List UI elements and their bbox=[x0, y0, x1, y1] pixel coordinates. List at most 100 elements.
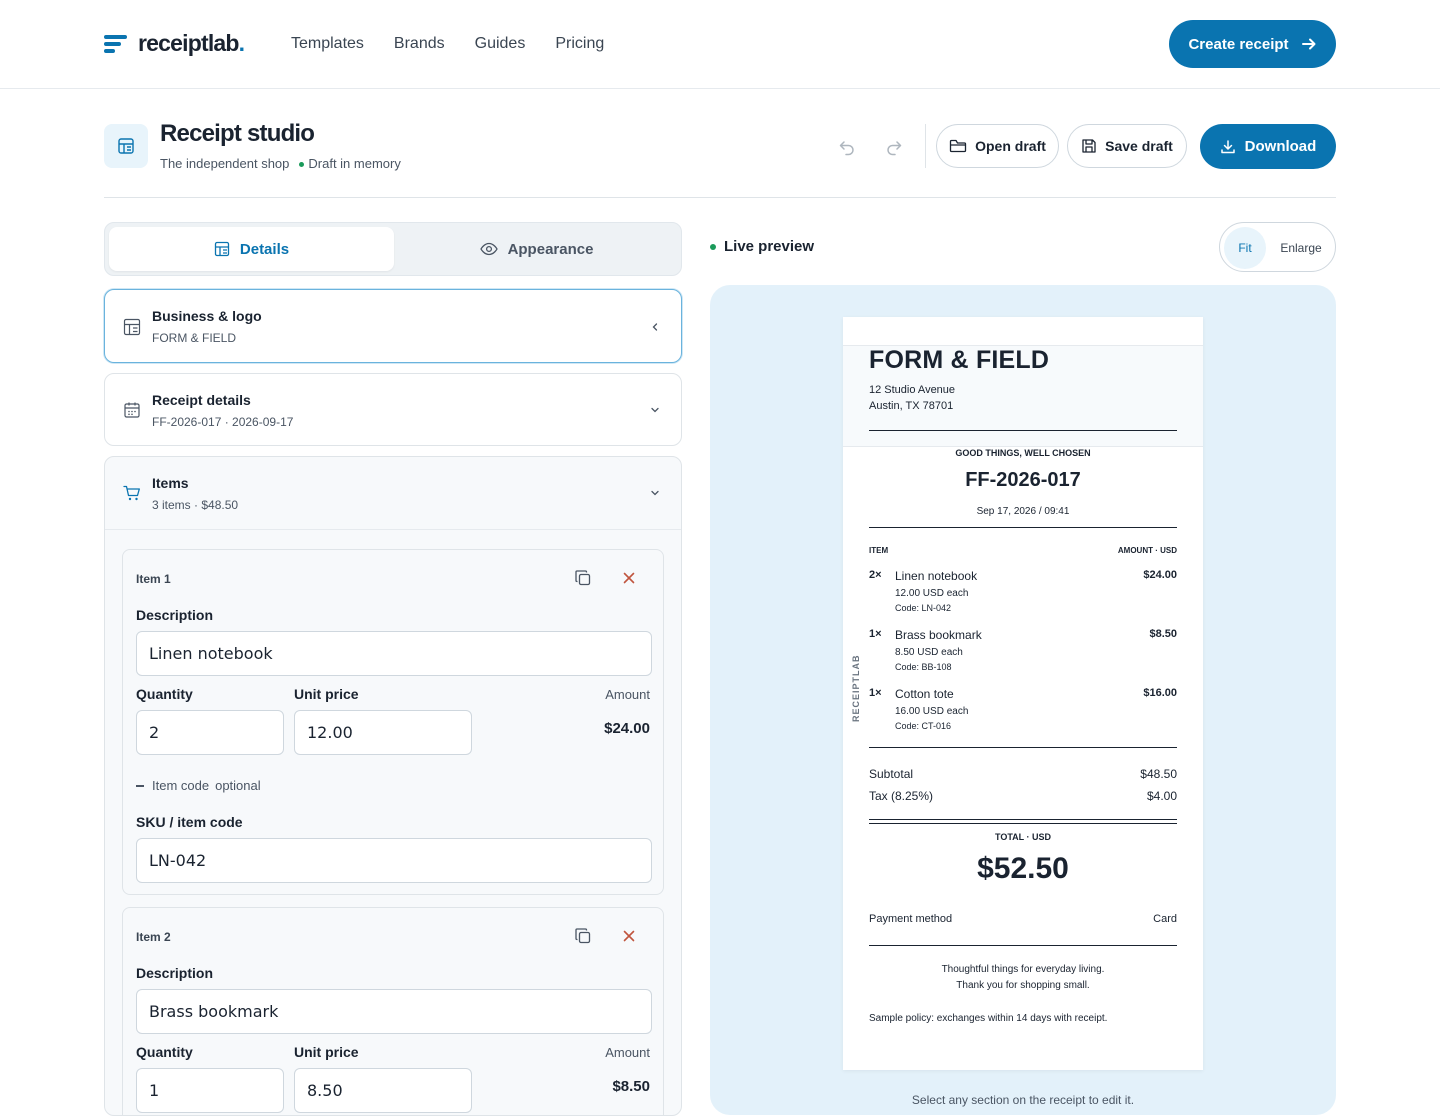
logo-icon bbox=[104, 33, 127, 55]
chevron-left-icon[interactable] bbox=[649, 321, 661, 333]
tax-label: Tax (8.25%) bbox=[869, 789, 934, 803]
tab-appearance[interactable]: Appearance bbox=[394, 227, 679, 271]
line-each: 12.00 USD each bbox=[895, 588, 969, 599]
section-title: Items bbox=[152, 475, 189, 491]
folder-icon bbox=[949, 139, 967, 153]
unit-price-input[interactable]: 12.00 bbox=[294, 710, 472, 755]
page-subtitle: The independent shop Draft in memory bbox=[160, 156, 401, 171]
cart-icon bbox=[123, 485, 140, 501]
line-name: Cotton tote bbox=[895, 687, 954, 701]
policy-text: Sample policy: exchanges within 14 days … bbox=[869, 1013, 1108, 1024]
quantity-label: Quantity bbox=[136, 686, 193, 702]
save-draft-button[interactable]: Save draft bbox=[1067, 124, 1187, 168]
amount-label: Amount bbox=[605, 687, 650, 702]
receipt-divider bbox=[869, 819, 1177, 820]
close-icon[interactable] bbox=[622, 929, 636, 943]
unit-price-input[interactable]: 8.50 bbox=[294, 1068, 472, 1113]
quantity-label: Quantity bbox=[136, 1044, 193, 1060]
chevron-down-icon[interactable] bbox=[649, 404, 661, 416]
description-input[interactable]: Linen notebook bbox=[136, 631, 652, 676]
line-code: Code: LN-042 bbox=[895, 603, 952, 613]
total-label: TOTAL · USD bbox=[995, 832, 1051, 842]
calendar-icon bbox=[124, 402, 140, 418]
page-title: Receipt studio bbox=[160, 120, 315, 147]
item-code-label: Item code bbox=[152, 778, 210, 793]
download-icon bbox=[1220, 139, 1235, 153]
redo-button[interactable] bbox=[876, 129, 912, 165]
tab-details[interactable]: Details bbox=[109, 227, 394, 271]
undo-icon bbox=[839, 141, 854, 156]
line-qty: 1× bbox=[869, 687, 882, 699]
layout-icon bbox=[123, 318, 141, 336]
receipt-divider bbox=[869, 945, 1177, 946]
status-dot bbox=[299, 162, 305, 168]
sku-input[interactable]: LN-042 bbox=[136, 838, 652, 883]
item-label: Item 2 bbox=[136, 930, 171, 944]
line-amount: $24.00 bbox=[1143, 569, 1177, 581]
unit-price-label: Unit price bbox=[294, 686, 359, 702]
line-each: 16.00 USD each bbox=[895, 706, 969, 717]
line-amount: $8.50 bbox=[1149, 628, 1177, 640]
description-label: Description bbox=[136, 607, 214, 623]
payment-label: Payment method bbox=[869, 913, 953, 925]
quantity-input[interactable]: 1 bbox=[136, 1068, 284, 1113]
receipt-datetime: Sep 17, 2026 / 09:41 bbox=[976, 506, 1070, 517]
fit-button[interactable]: Fit bbox=[1224, 227, 1266, 269]
line-code: Code: BB-108 bbox=[895, 662, 952, 672]
enlarge-button[interactable]: Enlarge bbox=[1274, 227, 1328, 269]
items-header[interactable]: Items 3 items · $48.50 bbox=[105, 457, 681, 530]
subtotal-value: $48.50 bbox=[1140, 767, 1177, 781]
download-button[interactable]: Download bbox=[1200, 124, 1336, 169]
live-dot bbox=[710, 243, 716, 250]
item-card: Item 2 Description Brass bookmark Quanti… bbox=[122, 907, 664, 1115]
live-preview-label: Live preview bbox=[710, 238, 814, 255]
draft-status: Draft in memory bbox=[299, 156, 401, 171]
receipt-details-section[interactable]: Receipt details FF-2026-017 · 2026-09-17 bbox=[104, 373, 682, 446]
receipt-address-2: Austin, TX 78701 bbox=[869, 400, 954, 412]
line-code: Code: CT-016 bbox=[895, 721, 952, 731]
zoom-toggle: Fit Enlarge bbox=[1219, 222, 1336, 272]
receipt-business-name: FORM & FIELD bbox=[869, 346, 1050, 374]
create-receipt-button[interactable]: Create receipt bbox=[1169, 20, 1336, 68]
close-icon[interactable] bbox=[622, 571, 636, 585]
receipt-divider bbox=[869, 430, 1177, 431]
top-nav: receiptlab. Templates Brands Guides Pric… bbox=[0, 0, 1440, 89]
receipt-header[interactable]: FORM & FIELD 12 Studio Avenue Austin, TX… bbox=[843, 345, 1203, 447]
section-subtitle: 3 items · $48.50 bbox=[152, 498, 239, 512]
payment-value: Card bbox=[1153, 913, 1177, 925]
item-code-toggle[interactable]: Item code optional bbox=[136, 778, 261, 793]
line-amount: $8.50 bbox=[612, 1078, 650, 1095]
section-subtitle: FORM & FIELD bbox=[152, 331, 237, 345]
unit-price-label: Unit price bbox=[294, 1044, 359, 1060]
open-draft-button[interactable]: Open draft bbox=[936, 124, 1059, 168]
business-section[interactable]: Business & logo FORM & FIELD bbox=[104, 289, 682, 363]
preview-hint: Select any section on the receipt to edi… bbox=[911, 1093, 1135, 1107]
line-qty: 2× bbox=[869, 569, 882, 581]
nav-pricing[interactable]: Pricing bbox=[555, 35, 604, 53]
minus-icon bbox=[136, 784, 144, 787]
eye-icon bbox=[479, 242, 498, 256]
nav-guides[interactable]: Guides bbox=[475, 35, 526, 53]
download-label: Download bbox=[1244, 138, 1317, 155]
preview-canvas: FORM & FIELD 12 Studio Avenue Austin, TX… bbox=[710, 285, 1336, 1115]
description-input[interactable]: Brass bookmark bbox=[136, 989, 652, 1034]
footer-line-2: Thank you for shopping small. bbox=[956, 980, 1090, 991]
optional-tag: optional bbox=[215, 778, 261, 793]
duplicate-icon[interactable] bbox=[574, 569, 592, 587]
undo-button[interactable] bbox=[829, 129, 865, 165]
chevron-down-icon[interactable] bbox=[649, 487, 661, 499]
receipt-number: FF-2026-017 bbox=[965, 469, 1081, 491]
tab-appearance-label: Appearance bbox=[507, 240, 594, 258]
duplicate-icon[interactable] bbox=[574, 927, 592, 945]
total-value: $52.50 bbox=[977, 852, 1069, 885]
shop-name: The independent shop bbox=[160, 156, 290, 171]
item-card: Item 1 Description Linen notebook Quanti… bbox=[122, 549, 664, 895]
tax-value: $4.00 bbox=[1146, 789, 1177, 803]
brand-logo[interactable]: receiptlab. bbox=[104, 30, 245, 57]
nav-brands[interactable]: Brands bbox=[394, 35, 445, 53]
receipt-preview[interactable]: FORM & FIELD 12 Studio Avenue Austin, TX… bbox=[843, 317, 1203, 1070]
main-nav: Templates Brands Guides Pricing bbox=[291, 35, 604, 53]
receipt-divider bbox=[869, 527, 1177, 528]
quantity-input[interactable]: 2 bbox=[136, 710, 284, 755]
nav-templates[interactable]: Templates bbox=[291, 35, 364, 53]
